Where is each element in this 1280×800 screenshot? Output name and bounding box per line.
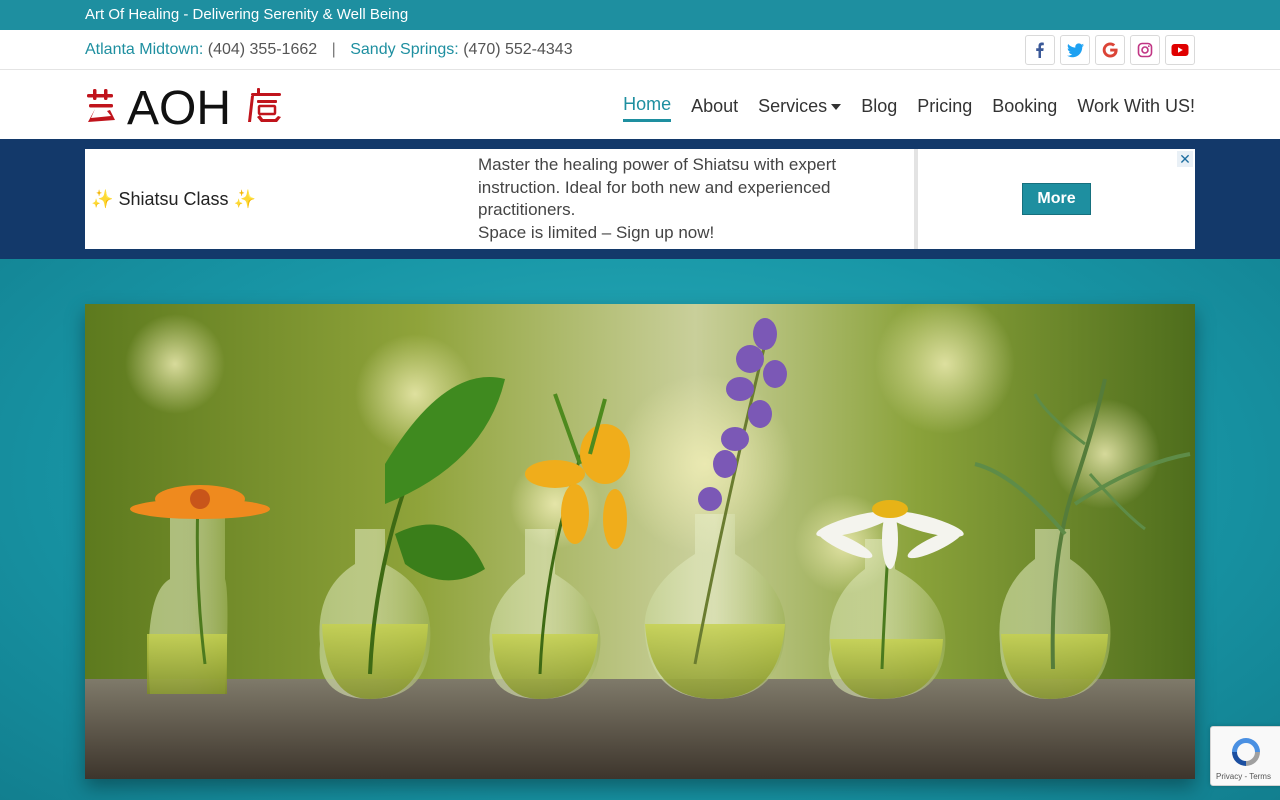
caret-down-icon	[831, 103, 842, 110]
site-header: AOH Home About Services Blog Pricing Boo…	[0, 70, 1280, 139]
sparkle-icon: ✨	[91, 189, 114, 209]
google-icon[interactable]	[1095, 35, 1125, 65]
promo-description-text: Master the healing power of Shiatsu with…	[478, 155, 837, 219]
recaptcha-badge[interactable]: Privacy - Terms	[1210, 726, 1280, 786]
main-nav: Home About Services Blog Pricing Booking…	[623, 94, 1195, 122]
close-icon[interactable]: ✕	[1177, 151, 1193, 167]
promo-divider	[914, 149, 918, 249]
promo-title-text: Shiatsu Class	[118, 189, 229, 209]
promo-description: Master the healing power of Shiatsu with…	[478, 154, 898, 244]
nav-about[interactable]: About	[691, 96, 738, 121]
contact-location-midtown: Atlanta Midtown:	[85, 41, 204, 58]
facebook-icon[interactable]	[1025, 35, 1055, 65]
promo-cta-line: Space is limited – Sign up now!	[478, 222, 715, 242]
logo-glyph-left	[87, 89, 115, 122]
sparkle-icon: ✨	[233, 189, 256, 209]
nav-pricing[interactable]: Pricing	[917, 96, 972, 121]
instagram-icon[interactable]	[1130, 35, 1160, 65]
nav-work-with-us[interactable]: Work With US!	[1077, 96, 1195, 121]
contact-separator: |	[331, 41, 336, 58]
promo-banner-band: ✨ Shiatsu Class ✨ Master the healing pow…	[0, 139, 1280, 259]
nav-services[interactable]: Services	[758, 95, 842, 121]
social-links	[1025, 35, 1195, 65]
phone-sandy-springs[interactable]: (470) 552-4343	[463, 41, 572, 58]
youtube-icon[interactable]	[1165, 35, 1195, 65]
promo-title: ✨ Shiatsu Class ✨	[91, 189, 256, 210]
phone-midtown[interactable]: (404) 355-1662	[208, 41, 317, 58]
contact-info: Atlanta Midtown: (404) 355-1662 | Sandy …	[85, 41, 573, 59]
site-tagline: Art Of Healing - Delivering Serenity & W…	[85, 6, 409, 23]
logo-text: AOH	[127, 82, 231, 130]
more-button[interactable]: More	[1022, 183, 1091, 215]
contact-location-sandy-springs: Sandy Springs:	[350, 41, 459, 58]
aoh-logo[interactable]: AOH	[85, 80, 285, 135]
nav-services-label: Services	[758, 95, 828, 116]
nav-blog[interactable]: Blog	[861, 96, 897, 121]
hero-image	[85, 304, 1195, 779]
nav-booking[interactable]: Booking	[992, 96, 1057, 121]
top-tagline-bar: Art Of Healing - Delivering Serenity & W…	[0, 0, 1280, 30]
contact-bar: Atlanta Midtown: (404) 355-1662 | Sandy …	[0, 30, 1280, 70]
twitter-icon[interactable]	[1060, 35, 1090, 65]
recaptcha-links[interactable]: Privacy - Terms	[1216, 772, 1271, 781]
recaptcha-icon	[1232, 738, 1260, 766]
logo-glyph-right	[248, 88, 281, 122]
promo-banner: ✨ Shiatsu Class ✨ Master the healing pow…	[85, 149, 1195, 249]
nav-home[interactable]: Home	[623, 94, 672, 122]
